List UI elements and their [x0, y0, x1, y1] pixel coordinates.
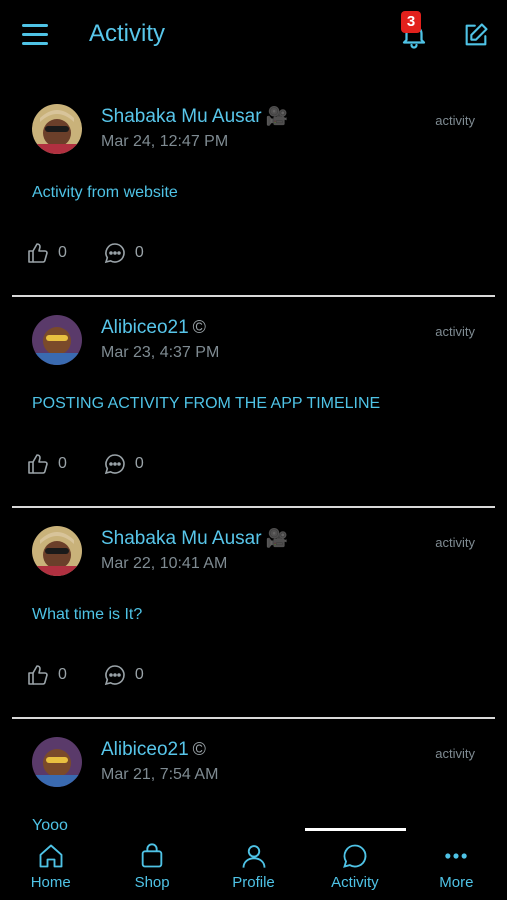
post-author[interactable]: Alibiceo21 ©	[101, 317, 206, 339]
top-bar: Activity 3	[0, 0, 507, 72]
like-button[interactable]: 0	[26, 452, 67, 476]
post-author[interactable]: Shabaka Mu Ausar 🎥	[101, 528, 288, 550]
more-icon	[445, 853, 468, 859]
activity-post[interactable]: Shabaka Mu Ausar 🎥 Mar 22, 10:41 AM activ…	[0, 508, 507, 719]
activity-post[interactable]: Alibiceo21 © Mar 23, 4:37 PM activity POS…	[0, 297, 507, 508]
post-body: Yooo	[32, 817, 68, 830]
post-body: POSTING ACTIVITY FROM THE APP TIMELINE	[32, 395, 381, 412]
home-icon	[39, 844, 63, 868]
tab-shop[interactable]: Shop	[101, 830, 202, 900]
post-body: What time is It?	[32, 606, 143, 623]
post-body: Activity from website	[32, 184, 178, 201]
tab-activity[interactable]: Activity	[304, 830, 405, 900]
page-title: Activity	[89, 20, 166, 47]
bottom-tab-bar: Home Shop Profile Activity More	[0, 828, 507, 900]
like-button[interactable]: 0	[26, 241, 67, 265]
post-actions: 0 0	[26, 452, 180, 476]
comment-icon	[104, 454, 125, 475]
tab-profile[interactable]: Profile	[203, 830, 304, 900]
post-date: Mar 22, 10:41 AM	[101, 555, 228, 572]
shop-icon	[141, 843, 163, 868]
comment-button[interactable]: 0	[103, 241, 144, 265]
post-type-label: activity	[435, 746, 475, 761]
activity-feed[interactable]: Shabaka Mu Ausar 🎥 Mar 24, 12:47 PM activ…	[0, 86, 507, 830]
activity-icon	[343, 844, 367, 868]
post-date: Mar 23, 4:37 PM	[101, 344, 220, 361]
activity-post[interactable]: Alibiceo21 © Mar 21, 7:54 AM activity Yoo…	[0, 719, 507, 830]
post-date: Mar 24, 12:47 PM	[101, 133, 229, 150]
thumbs-up-icon	[28, 243, 48, 263]
avatar[interactable]	[32, 737, 82, 787]
post-type-label: activity	[435, 113, 475, 128]
post-date: Mar 21, 7:54 AM	[101, 766, 219, 783]
active-tab-indicator	[305, 828, 406, 831]
comment-icon	[104, 665, 125, 686]
comment-button[interactable]: 0	[103, 452, 144, 476]
post-actions: 0 0	[26, 663, 180, 687]
tab-home[interactable]: Home	[0, 830, 101, 900]
comment-icon	[104, 243, 125, 264]
avatar[interactable]	[32, 104, 82, 154]
thumbs-up-icon	[28, 665, 48, 685]
like-button[interactable]: 0	[26, 663, 67, 687]
avatar[interactable]	[32, 315, 82, 365]
thumbs-up-icon	[28, 454, 48, 474]
notification-badge: 3	[401, 11, 421, 33]
post-actions: 0 0	[26, 241, 180, 265]
post-author[interactable]: Alibiceo21 ©	[101, 739, 206, 761]
tab-more[interactable]: More	[406, 830, 507, 900]
hamburger-menu-icon[interactable]	[22, 24, 48, 46]
post-type-label: activity	[435, 535, 475, 550]
post-type-label: activity	[435, 324, 475, 339]
compose-icon[interactable]	[462, 21, 490, 49]
avatar[interactable]	[32, 526, 82, 576]
profile-icon	[242, 845, 265, 868]
comment-button[interactable]: 0	[103, 663, 144, 687]
activity-post[interactable]: Shabaka Mu Ausar 🎥 Mar 24, 12:47 PM activ…	[0, 86, 507, 297]
post-author[interactable]: Shabaka Mu Ausar 🎥	[101, 106, 288, 128]
